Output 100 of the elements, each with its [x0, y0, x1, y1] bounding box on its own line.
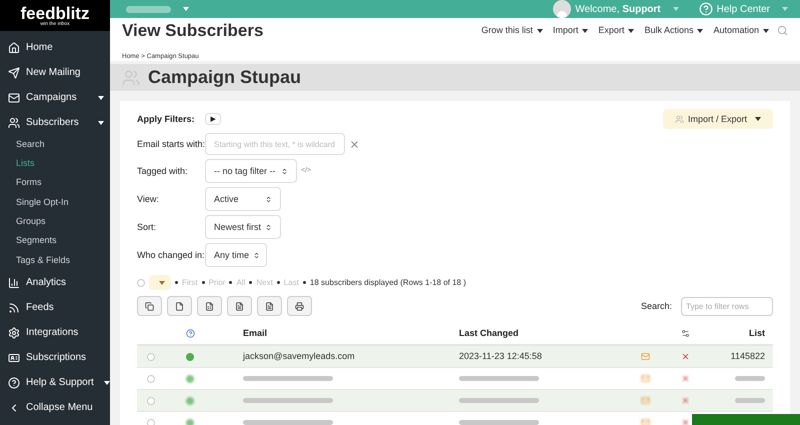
select-field[interactable]: Active [205, 187, 281, 212]
menu-item[interactable]: Automation [713, 24, 769, 38]
printer-button[interactable] [287, 296, 312, 316]
logo-name: feedblitz [20, 4, 90, 22]
sidebar-item[interactable]: Analytics [26, 275, 104, 290]
menu-item[interactable]: Export [598, 24, 634, 38]
avatar-icon[interactable] [553, 0, 572, 18]
sidebar-item[interactable]: Subscribers [26, 115, 88, 130]
menu-item[interactable]: Grow this list [481, 24, 543, 38]
menu-item[interactable]: Import [552, 24, 588, 38]
envelope-icon [8, 92, 20, 104]
envelope-icon[interactable] [640, 418, 650, 425]
filter-label: Email starts with: [137, 138, 205, 150]
select-field[interactable]: Any time [205, 243, 267, 268]
import-export-button[interactable]: Import / Export [662, 109, 773, 130]
filter-label: Apply Filters: [137, 112, 196, 126]
bar-chart-icon [8, 276, 20, 289]
document-icon [235, 302, 244, 311]
page-heading: View Subscribers [122, 20, 264, 42]
email-cell: jackson@savemyleads.com [243, 351, 355, 361]
sidebar-subitem[interactable]: Lists [0, 154, 110, 174]
sidebar-subitem[interactable]: Search [0, 135, 110, 154]
sidebar-subitem[interactable]: Segments [0, 231, 110, 251]
caret-icon [755, 117, 761, 122]
row-checkbox[interactable] [147, 418, 155, 425]
sidebar-item[interactable]: New Mailing [26, 65, 104, 80]
spreadsheet-button[interactable] [197, 296, 222, 316]
caret-icon [159, 280, 165, 285]
sort-arrows-icon [281, 168, 288, 175]
sidebar-subitem[interactable]: Tags & Fields [0, 250, 110, 270]
search-field[interactable]: Type to filter rows [681, 296, 773, 316]
settings-icon[interactable] [680, 328, 690, 338]
sidebar-item[interactable]: Collapse Menu [26, 400, 104, 416]
row-checkbox[interactable] [147, 396, 155, 405]
sidebar-item[interactable]: Integrations [26, 325, 104, 340]
column-header[interactable]: Last Changed [455, 326, 625, 340]
list-title: Campaign Stupau [148, 66, 302, 90]
delete-icon[interactable] [680, 418, 690, 425]
sidebar-item[interactable]: Home [26, 40, 104, 55]
caret-icon [763, 28, 769, 33]
status-icon [186, 418, 194, 425]
clear-icon[interactable] [349, 138, 360, 150]
select-all-checkbox[interactable] [137, 278, 145, 287]
delete-icon[interactable] [680, 396, 690, 406]
select-field[interactable]: -- no tag filter -- [205, 159, 297, 184]
sidebar-subitem[interactable]: Single Opt-In [0, 192, 110, 212]
envelope-icon[interactable] [640, 352, 650, 362]
sidebar-item[interactable]: Feeds [26, 300, 104, 316]
column-header[interactable]: Email [215, 326, 455, 340]
envelope-icon[interactable] [640, 374, 650, 384]
search-label: Search: [640, 300, 672, 312]
caret-icon [697, 28, 704, 33]
select-field[interactable]: Newest first [205, 215, 281, 240]
filter-label: View: [137, 192, 160, 206]
sidebar-subitem[interactable]: Groups [0, 212, 110, 232]
menu-item[interactable]: Bulk Actions [644, 24, 704, 38]
pdf-button[interactable] [257, 296, 282, 316]
caret-icon [672, 6, 679, 11]
sort-arrows-icon [265, 224, 272, 231]
email-field[interactable]: Starting with this text, * is wildcard [205, 133, 345, 156]
list-cell-text: 1145822 [730, 350, 765, 363]
row-checkbox[interactable] [147, 352, 155, 361]
delete-icon[interactable] [680, 374, 690, 384]
filter-label: Tagged with: [137, 164, 189, 178]
caret-icon [582, 28, 588, 33]
sort-arrows-icon [253, 252, 260, 259]
caret-icon [782, 6, 788, 11]
home-icon [8, 42, 20, 54]
help-icon[interactable] [186, 328, 194, 338]
users-icon [674, 114, 684, 124]
bulk-dropdown[interactable] [149, 275, 171, 290]
search-icon[interactable] [777, 25, 788, 36]
document-button[interactable] [227, 296, 252, 316]
help-icon [8, 376, 20, 389]
column-header[interactable]: List [705, 326, 773, 340]
filter-label: Sort: [137, 220, 158, 234]
sidebar-item[interactable]: Help & Support [26, 375, 94, 390]
copy-icon [145, 302, 154, 311]
table-row[interactable]: jackson@savemyleads.com 2023-11-23 12:45:58 1145822 [137, 346, 773, 368]
sidebar-item[interactable]: Subscriptions [26, 350, 104, 366]
row-checkbox[interactable] [147, 374, 155, 383]
file-icon [175, 302, 184, 311]
date-cell: 2023-11-23 12:45:58 [459, 351, 542, 361]
filter-label: Who changed in: [137, 248, 205, 262]
sidebar-subitem[interactable]: Forms [0, 174, 110, 193]
blurred-text [735, 398, 765, 404]
file-button[interactable] [167, 296, 192, 316]
sort-arrows-icon [265, 196, 272, 203]
printer-icon [295, 302, 304, 311]
pdf-icon [265, 302, 274, 311]
envelope-icon[interactable] [640, 396, 650, 406]
blurred-text [735, 376, 765, 382]
id-card-icon [8, 352, 20, 364]
sidebar-item[interactable]: Campaigns [26, 90, 88, 105]
rss-icon [8, 302, 20, 314]
delete-icon[interactable] [680, 352, 690, 362]
caret-icon [628, 28, 634, 33]
gear-icon [8, 326, 20, 339]
pager-summary: 18 subscribers displayed (Rows 1-18 of 18 ) [310, 276, 466, 289]
copy-button[interactable] [137, 296, 162, 316]
